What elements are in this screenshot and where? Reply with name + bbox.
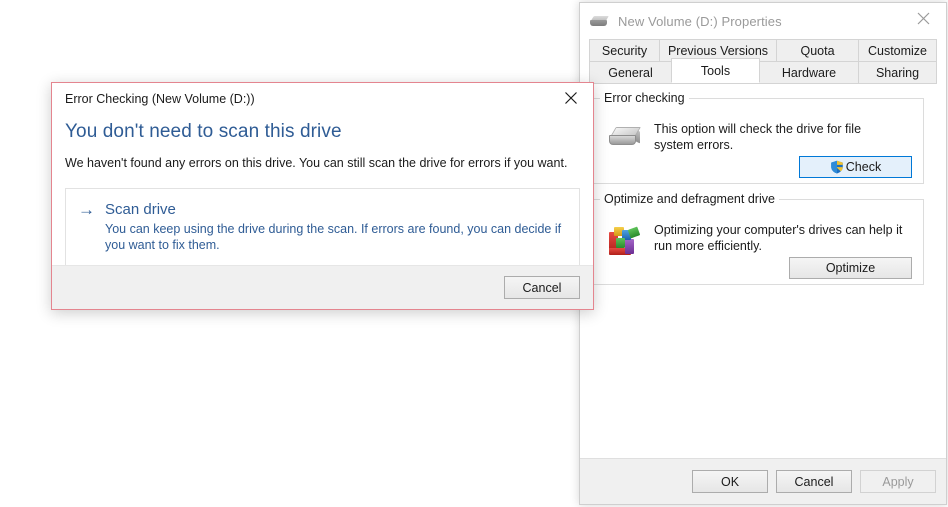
error-checking-cancel-button[interactable]: Cancel bbox=[504, 276, 580, 299]
tab-label: Sharing bbox=[875, 65, 920, 80]
arrow-right-icon: → bbox=[78, 200, 95, 219]
properties-window-title: New Volume (D:) Properties bbox=[618, 13, 782, 29]
error-checking-dialog: Error Checking (New Volume (D:)) You don… bbox=[51, 82, 594, 310]
tab-quota[interactable]: Quota bbox=[776, 39, 859, 61]
tab-label: Previous Versions bbox=[667, 43, 769, 58]
check-button-label: Check bbox=[845, 160, 882, 174]
error-checking-title: Error Checking (New Volume (D:)) bbox=[65, 92, 255, 106]
close-icon[interactable] bbox=[901, 3, 946, 33]
error-checking-footer: Cancel bbox=[52, 265, 593, 309]
optimize-legend: Optimize and defragment drive bbox=[600, 192, 779, 206]
tab-security[interactable]: Security bbox=[589, 39, 660, 61]
properties-cancel-button[interactable]: Cancel bbox=[776, 470, 852, 493]
tab-label: Hardware bbox=[781, 65, 837, 80]
tab-label: General bbox=[608, 65, 653, 80]
optimize-button-label: Optimize bbox=[825, 261, 876, 275]
tab-strip: Security Previous Versions Quota Customi… bbox=[589, 39, 937, 84]
apply-button-label: Apply bbox=[882, 474, 914, 489]
tab-label: Tools bbox=[700, 63, 731, 78]
tab-label: Customize bbox=[867, 43, 928, 58]
uac-shield-icon bbox=[831, 160, 843, 174]
properties-footer: OK Cancel Apply bbox=[580, 458, 946, 504]
tab-customize[interactable]: Customize bbox=[858, 39, 937, 61]
cancel-button-label: Cancel bbox=[794, 474, 834, 489]
error-checking-group: Error checking This option will check th… bbox=[591, 91, 924, 184]
cancel-button-label: Cancel bbox=[522, 280, 562, 295]
tab-tools[interactable]: Tools bbox=[671, 58, 760, 83]
tab-sharing[interactable]: Sharing bbox=[858, 61, 937, 83]
error-checking-titlebar: Error Checking (New Volume (D:)) bbox=[52, 83, 593, 115]
tab-label: Quota bbox=[800, 43, 835, 58]
tab-hardware[interactable]: Hardware bbox=[759, 61, 859, 83]
scan-drive-command-link[interactable]: → Scan drive You can keep using the driv… bbox=[65, 188, 580, 267]
tab-row-bottom: General Tools Hardware Sharing bbox=[589, 58, 937, 83]
hard-drive-icon bbox=[590, 15, 610, 28]
error-checking-legend: Error checking bbox=[600, 91, 689, 105]
close-icon[interactable] bbox=[549, 83, 593, 113]
properties-window: New Volume (D:) Properties Security Prev… bbox=[579, 2, 947, 505]
apply-button: Apply bbox=[860, 470, 936, 493]
error-checking-subtext: We haven't found any errors on this driv… bbox=[65, 156, 568, 170]
error-checking-description: This option will check the drive for fil… bbox=[654, 122, 862, 152]
scan-drive-description: You can keep using the drive during the … bbox=[105, 222, 562, 252]
check-button[interactable]: Check bbox=[799, 156, 912, 178]
ok-button-label: OK bbox=[720, 474, 740, 489]
optimize-defragment-group: Optimize and defragment drive Optimizing… bbox=[591, 192, 924, 285]
error-checking-heading: You don't need to scan this drive bbox=[65, 121, 342, 142]
tab-general[interactable]: General bbox=[589, 61, 672, 83]
optimize-description: Optimizing your computer's drives can he… bbox=[654, 223, 903, 253]
properties-titlebar: New Volume (D:) Properties bbox=[580, 3, 946, 39]
ok-button[interactable]: OK bbox=[692, 470, 768, 493]
optimize-button[interactable]: Optimize bbox=[789, 257, 912, 279]
tab-label: Security bbox=[601, 43, 648, 58]
tab-row-top: Security Previous Versions Quota Customi… bbox=[589, 39, 937, 61]
scan-drive-title: Scan drive bbox=[105, 201, 176, 218]
tools-tab-panel: Error checking This option will check th… bbox=[589, 83, 937, 489]
